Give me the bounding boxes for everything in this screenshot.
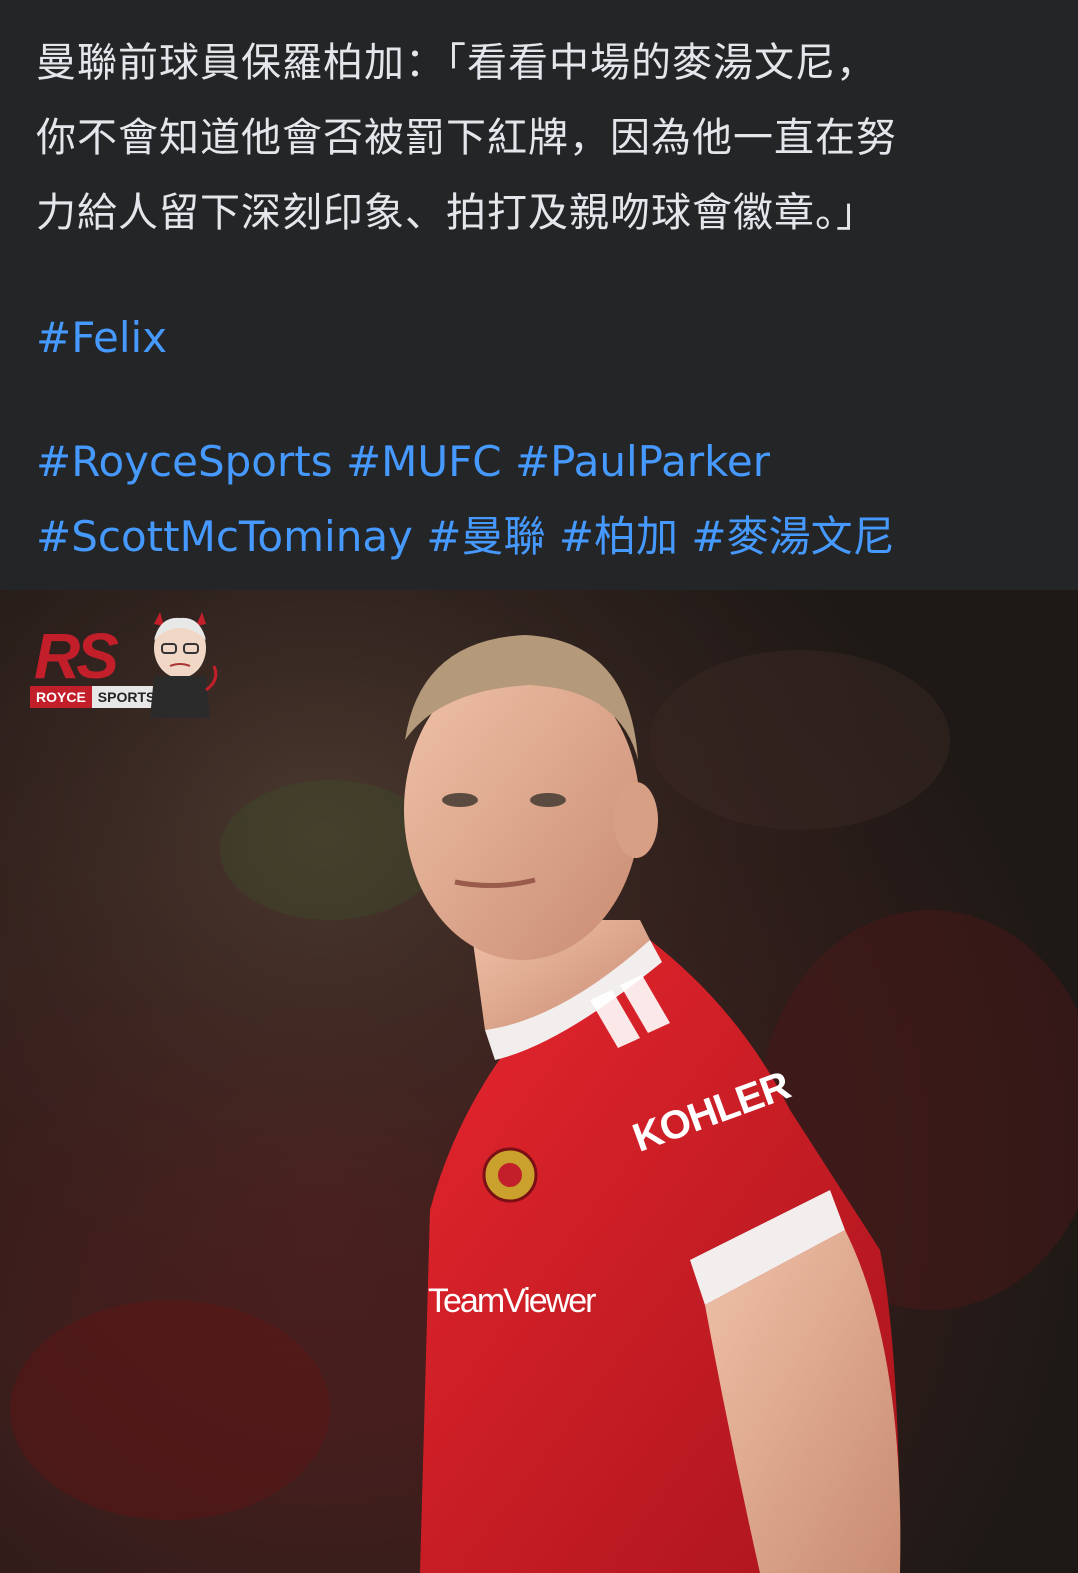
royce-sports-watermark: RS ROYCE SPORTS (28, 610, 218, 720)
facebook-post: 曼聯前球員保羅柏加：「看看中場的麥湯文尼， 你不會知道他會否被罰下紅牌，因為他一… (0, 0, 1078, 1573)
hashtag-mufc[interactable]: #MUFC (346, 437, 502, 486)
post-photo[interactable]: KOHLER TeamViewer RS ROYCE SPORTS (0, 590, 1078, 1573)
player-photo-illustration (0, 590, 1078, 1573)
quote-line-1: 曼聯前球員保羅柏加：「看看中場的麥湯文尼， (36, 40, 877, 86)
hashtag-manutd-chinese[interactable]: #曼聯 (426, 512, 545, 561)
hashtag-paulparker[interactable]: #PaulParker (515, 437, 770, 486)
hashtag-parker-chinese[interactable]: #柏加 (559, 512, 678, 561)
hashtag-group-felix: #Felix (36, 300, 1046, 375)
mascot-caricature-icon (150, 612, 218, 718)
hashtag-row-2: #ScottMcTominay #曼聯 #柏加 #麥湯文尼 (36, 499, 1046, 574)
post-body-text: 曼聯前球員保羅柏加：「看看中場的麥湯文尼， 你不會知道他會否被罰下紅牌，因為他一… (36, 26, 1046, 251)
hashtag-mctominay-chinese[interactable]: #麥湯文尼 (691, 512, 894, 561)
quote-line-2: 你不會知道他會否被罰下紅牌，因為他一直在努 (36, 115, 897, 161)
hashtag-group-main: #RoyceSports #MUFC #PaulParker #ScottMcT… (36, 424, 1046, 574)
hashtag-roycesports[interactable]: #RoyceSports (36, 437, 333, 486)
sleeve-sponsor-teamviewer: TeamViewer (428, 1282, 596, 1320)
logo-royce-text: ROYCE (30, 686, 92, 708)
hashtag-felix[interactable]: #Felix (36, 313, 167, 362)
hashtag-row-1: #RoyceSports #MUFC #PaulParker (36, 424, 1046, 499)
quote-line-3: 力給人留下深刻印象、拍打及親吻球會徽章。」 (36, 190, 877, 236)
logo-rs-letters: RS (34, 620, 119, 692)
hashtag-scottmctominay[interactable]: #ScottMcTominay (36, 512, 413, 561)
